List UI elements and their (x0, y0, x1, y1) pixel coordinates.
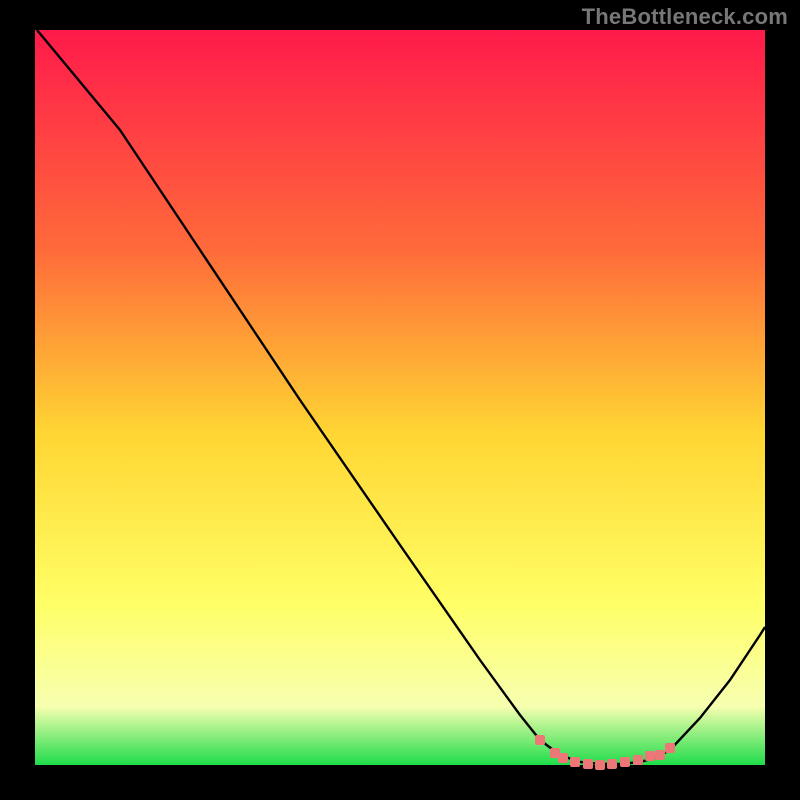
plot-background (35, 30, 765, 765)
bottleneck-chart-svg (0, 0, 800, 800)
optimum-dot (595, 760, 605, 770)
optimum-dot (535, 735, 545, 745)
optimum-dot (655, 750, 665, 760)
optimum-dot (570, 757, 580, 767)
optimum-dot (558, 753, 568, 763)
chart-frame: TheBottleneck.com (0, 0, 800, 800)
optimum-dot (665, 743, 675, 753)
optimum-dot (645, 751, 655, 761)
optimum-dot (620, 757, 630, 767)
watermark-text: TheBottleneck.com (582, 4, 788, 30)
optimum-dot (583, 759, 593, 769)
optimum-dot (607, 759, 617, 769)
optimum-dot (633, 755, 643, 765)
